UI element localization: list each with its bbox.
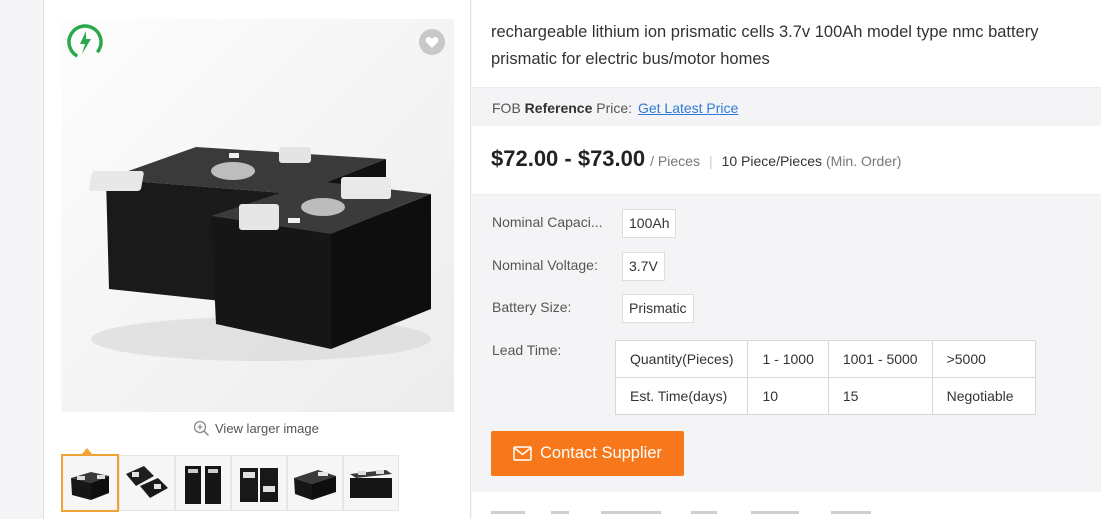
price-unit: / Pieces <box>650 153 700 169</box>
price-range: $72.00 - $73.00 <box>491 146 646 171</box>
contact-supplier-label: Contact Supplier <box>540 444 662 462</box>
min-order-note: (Min. Order) <box>826 153 902 169</box>
zoom-in-icon <box>193 420 210 437</box>
fob-price-label: Price: <box>596 100 633 116</box>
table-cell: Est. Time(days) <box>614 377 749 415</box>
leaf-logo-icon <box>67 24 103 60</box>
thumbnail[interactable] <box>175 455 231 511</box>
product-gallery: View larger image <box>44 0 471 519</box>
property-label-nominal-voltage: Nominal Voltage: <box>492 257 598 273</box>
table-cell: 1001 - 5000 <box>827 340 933 378</box>
get-latest-price-link[interactable]: Get Latest Price <box>638 100 738 116</box>
thumbnail-image <box>344 456 398 510</box>
fob-prefix: FOB <box>492 100 521 116</box>
lead-time-label: Lead Time: <box>492 342 562 358</box>
property-label-battery-size: Battery Size: <box>492 299 572 315</box>
table-row: Est. Time(days) 10 15 Negotiable <box>614 377 1036 415</box>
property-value-nominal-capacity: 100Ah <box>622 209 677 238</box>
thumbnail[interactable] <box>231 455 287 511</box>
thumbnail-image <box>120 456 174 510</box>
lead-time-table: Quantity(Pieces) 1 - 1000 1001 - 5000 >5… <box>614 340 1036 415</box>
product-properties: Nominal Capaci... 100Ah Nominal Voltage:… <box>472 194 1101 492</box>
favorite-button[interactable] <box>419 29 445 55</box>
table-cell: Quantity(Pieces) <box>614 340 749 378</box>
main-product-image[interactable] <box>61 19 454 412</box>
product-title: rechargeable lithium ion prismatic cells… <box>491 23 1039 68</box>
table-cell: 1 - 1000 <box>747 340 829 378</box>
min-order-quantity: 10 Piece/Pieces <box>721 153 822 169</box>
fob-reference: Reference <box>524 100 593 116</box>
thumbnail-image <box>232 456 286 510</box>
thumbnail-image <box>63 456 117 510</box>
thumbnail-image <box>176 456 230 510</box>
envelope-icon <box>513 446 532 461</box>
price-row: $72.00 - $73.00 / Pieces | 10 Piece/Piec… <box>491 146 901 172</box>
brand-logo <box>66 23 104 61</box>
thumbnail[interactable] <box>343 455 399 511</box>
price-separator: | <box>708 153 713 169</box>
thumbnail-strip <box>61 454 399 512</box>
thumbnail[interactable] <box>119 455 175 511</box>
view-larger-link[interactable]: View larger image <box>193 420 319 437</box>
product-info-panel: rechargeable lithium ion prismatic cells… <box>472 0 1101 519</box>
table-row: Quantity(Pieces) 1 - 1000 1001 - 5000 >5… <box>614 340 1036 378</box>
clipped-text-row <box>491 511 871 514</box>
table-cell: Negotiable <box>931 377 1036 415</box>
fob-price-line: FOB Reference Price: Get Latest Price <box>492 100 738 116</box>
property-value-nominal-voltage: 3.7V <box>622 252 665 281</box>
view-larger-label: View larger image <box>215 421 319 436</box>
table-cell: 15 <box>827 377 933 415</box>
heart-icon <box>425 36 439 48</box>
table-cell: >5000 <box>931 340 1036 378</box>
contact-supplier-button[interactable]: Contact Supplier <box>491 431 684 476</box>
thumbnail[interactable] <box>287 455 343 511</box>
table-cell: 10 <box>747 377 829 415</box>
battery-photo <box>61 19 454 412</box>
thumbnail[interactable] <box>61 454 119 512</box>
fob-price-band: FOB Reference Price: Get Latest Price <box>472 87 1101 126</box>
left-strip <box>0 0 44 519</box>
thumbnail-image <box>288 456 342 510</box>
property-value-battery-size: Prismatic <box>622 294 694 323</box>
property-label-nominal-capacity: Nominal Capaci... <box>492 214 603 230</box>
